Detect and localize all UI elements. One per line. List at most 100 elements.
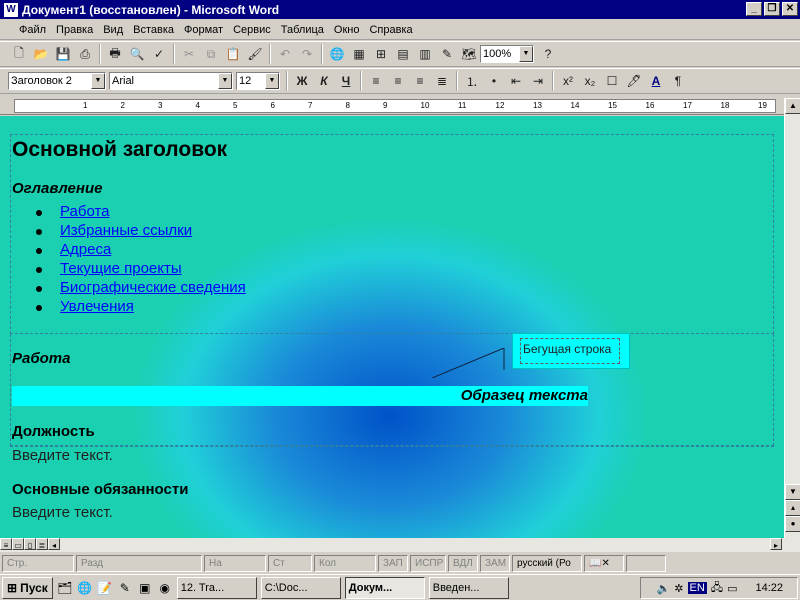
marquee-text[interactable]: Бегущая строка — [520, 338, 620, 364]
minimize-button[interactable]: _ — [746, 2, 762, 16]
insert-table-icon[interactable]: ⊞ — [370, 43, 392, 65]
volume-icon[interactable]: 🔈 — [657, 582, 671, 595]
document-canvas[interactable]: Основной заголовок Оглавление Работа Изб… — [0, 116, 784, 538]
normal-view-icon[interactable]: ≡ — [0, 538, 12, 550]
web-view-icon[interactable]: ▭ — [12, 538, 24, 550]
borders-icon[interactable]: ☐ — [601, 70, 623, 92]
status-ovr[interactable]: ЗАМ — [480, 554, 510, 572]
battery-icon[interactable]: ▭ — [727, 582, 737, 595]
insert-excel-icon[interactable]: ▤ — [392, 43, 414, 65]
help-icon[interactable]: ? — [537, 43, 559, 65]
scroll-left-icon[interactable]: ◂ — [48, 538, 60, 550]
horizontal-ruler[interactable]: 1234567891011121314151617181920 — [0, 97, 800, 115]
align-left-icon[interactable]: ≡ — [365, 70, 387, 92]
notepad-icon[interactable]: 📝 — [97, 580, 113, 596]
toc-link-projects[interactable]: Текущие проекты — [36, 260, 246, 279]
task-item[interactable]: C:\Doc... — [260, 576, 341, 599]
status-trk[interactable]: ИСПР — [410, 554, 446, 572]
scroll-down-icon[interactable]: ▼ — [785, 484, 800, 500]
word-app-icon[interactable]: W — [4, 2, 18, 17]
menu-tools[interactable]: Сервис — [228, 24, 276, 36]
outline-view-icon[interactable]: ≣ — [36, 538, 48, 550]
scroll-up-icon[interactable]: ▲ — [785, 98, 800, 114]
toc-link-work[interactable]: Работа — [36, 203, 246, 222]
menu-file[interactable]: Файл — [14, 24, 51, 36]
horizontal-scrollbar[interactable]: ≡ ▭ ▯ ≣ ◂ ▸ — [0, 538, 800, 552]
sample-text-bar[interactable]: Образец текста — [12, 386, 588, 406]
cut-icon[interactable]: ✂ — [178, 43, 200, 65]
prev-page-icon[interactable]: ▴ — [785, 500, 800, 516]
copy-icon[interactable]: ⧉ — [200, 43, 222, 65]
print-icon[interactable]: 🖶 — [104, 43, 126, 65]
subscript-icon[interactable]: x₂ — [579, 70, 601, 92]
menu-window[interactable]: Окно — [329, 24, 365, 36]
italic-button[interactable]: К — [313, 70, 335, 92]
increase-indent-icon[interactable]: ⇥ — [527, 70, 549, 92]
ruler-scale[interactable]: 1234567891011121314151617181920 — [14, 99, 776, 113]
spelling-icon[interactable]: ✓ — [148, 43, 170, 65]
position-text[interactable]: Введите текст. — [12, 447, 113, 464]
superscript-icon[interactable]: x² — [557, 70, 579, 92]
drawing-icon[interactable]: ✎ — [436, 43, 458, 65]
spelling-status-icon[interactable]: 📖✕ — [584, 554, 624, 572]
toc-link-addresses[interactable]: Адреса — [36, 241, 246, 260]
browse-object-icon[interactable]: ● — [785, 516, 800, 532]
align-center-icon[interactable]: ≡ — [387, 70, 409, 92]
new-document-icon[interactable]: 🗋 — [8, 43, 30, 65]
menu-table[interactable]: Таблица — [276, 24, 329, 36]
columns-icon[interactable]: ▥ — [414, 43, 436, 65]
decrease-indent-icon[interactable]: ⇤ — [505, 70, 527, 92]
pilcrow-icon[interactable]: ¶ — [667, 70, 689, 92]
tables-borders-icon[interactable]: ▦ — [348, 43, 370, 65]
font-color-icon[interactable]: A — [645, 70, 667, 92]
toc-link-hobbies[interactable]: Увлечения — [36, 298, 246, 317]
justify-icon[interactable]: ≣ — [431, 70, 453, 92]
status-rec[interactable]: ЗАП — [378, 554, 408, 572]
menu-edit[interactable]: Правка — [51, 24, 98, 36]
task-item[interactable]: 12. Tra... — [176, 576, 257, 599]
undo-icon[interactable]: ↶ — [274, 43, 296, 65]
menu-insert[interactable]: Вставка — [128, 24, 179, 36]
underline-button[interactable]: Ч — [335, 70, 357, 92]
settings-icon[interactable]: ✲ — [674, 582, 683, 595]
status-ext[interactable]: ВДЛ — [448, 554, 478, 572]
network-icon[interactable]: 🖧 — [711, 579, 723, 598]
format-painter-icon[interactable]: 🖌 — [244, 43, 266, 65]
browser-icon[interactable]: 🌐 — [77, 580, 93, 596]
chevron-down-icon[interactable]: ▼ — [218, 73, 232, 89]
open-folder-icon[interactable]: 📂 — [30, 43, 52, 65]
redo-icon[interactable]: ↷ — [296, 43, 318, 65]
font-select[interactable]: Arial ▼ — [109, 72, 233, 90]
task-item-active[interactable]: Докум... — [344, 576, 425, 599]
status-language[interactable]: русский (Ро — [512, 554, 582, 572]
toc-link-biography[interactable]: Биографические сведения — [36, 279, 246, 298]
language-indicator[interactable]: EN — [687, 582, 707, 594]
print-view-icon[interactable]: ▯ — [24, 538, 36, 550]
app-icon[interactable]: ▣ — [137, 580, 153, 596]
clock[interactable]: 14:22 — [755, 582, 783, 594]
save-icon[interactable]: 💾 — [52, 43, 74, 65]
vertical-scrollbar[interactable]: ▲ ▼ ▴ ● — [784, 98, 800, 538]
menu-help[interactable]: Справка — [364, 24, 417, 36]
bold-button[interactable]: Ж — [291, 70, 313, 92]
document-map-icon[interactable]: 🗺 — [458, 43, 480, 65]
align-right-icon[interactable]: ≡ — [409, 70, 431, 92]
chevron-down-icon[interactable]: ▼ — [519, 46, 533, 62]
start-button[interactable]: ⊞ Пуск — [2, 576, 53, 599]
menu-view[interactable]: Вид — [98, 24, 128, 36]
maximize-button[interactable]: ❐ — [764, 2, 780, 16]
zoom-select[interactable]: 100% ▼ — [480, 45, 534, 63]
media-icon[interactable]: ◉ — [157, 580, 173, 596]
bullets-icon[interactable]: • — [483, 70, 505, 92]
duties-text[interactable]: Введите текст. — [12, 504, 113, 521]
highlight-icon[interactable]: 🖊 — [623, 70, 645, 92]
pen-icon[interactable]: ✎ — [117, 580, 133, 596]
style-select[interactable]: Заголовок 2 ▼ — [8, 72, 106, 90]
toc-link-favorites[interactable]: Избранные ссылки — [36, 222, 246, 241]
font-size-select[interactable]: 12 ▼ — [236, 72, 280, 90]
print-preview-icon[interactable]: 🔍 — [126, 43, 148, 65]
chevron-down-icon[interactable]: ▼ — [91, 73, 105, 89]
close-button[interactable]: ✕ — [782, 2, 798, 16]
chevron-down-icon[interactable]: ▼ — [265, 73, 279, 89]
hyperlink-icon[interactable]: 🌐 — [326, 43, 348, 65]
